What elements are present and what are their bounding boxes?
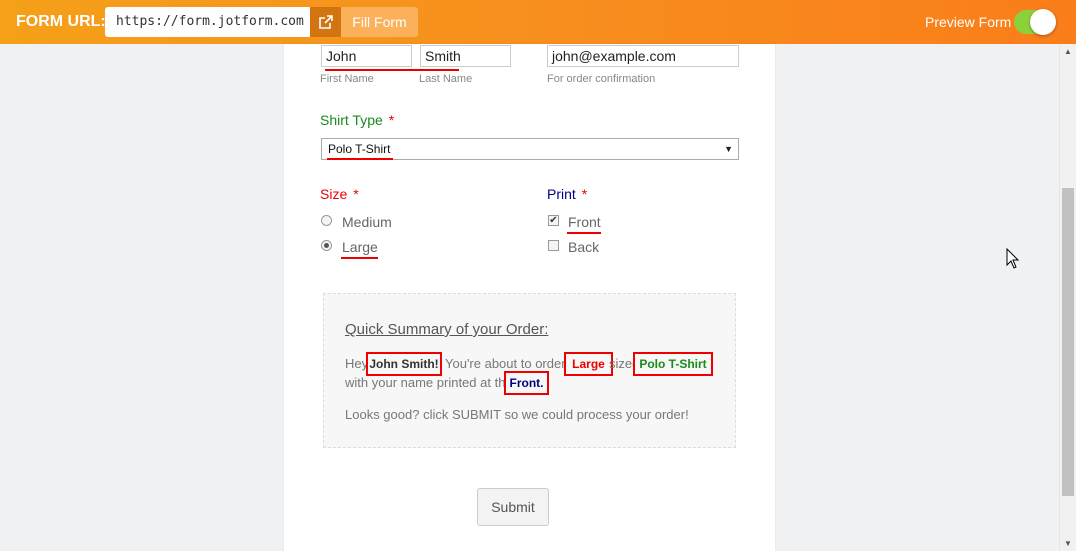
print-underline bbox=[567, 232, 601, 234]
required-mark: * bbox=[353, 186, 359, 202]
scroll-up-icon[interactable]: ▲ bbox=[1064, 47, 1072, 56]
summary-confirm-text: Looks good? click SUBMIT so we could pro… bbox=[345, 407, 689, 422]
preview-toggle[interactable] bbox=[1014, 9, 1056, 35]
shirt-type-label: Shirt Type * bbox=[320, 112, 394, 128]
shirt-type-select[interactable]: Polo T-Shirt ▼ bbox=[321, 138, 739, 160]
summary-print-highlight: Front. bbox=[504, 371, 549, 395]
email-sublabel: For order confirmation bbox=[547, 73, 656, 85]
submit-button[interactable]: Submit bbox=[477, 488, 549, 526]
size-label-text: Size bbox=[320, 186, 348, 202]
print-option-back[interactable]: Back bbox=[568, 239, 599, 255]
order-summary-box: Quick Summary of your Order: Hey John Sm… bbox=[323, 293, 736, 448]
print-checkbox-back[interactable] bbox=[548, 240, 559, 251]
summary-title: Quick Summary of your Order: bbox=[345, 321, 549, 338]
print-option-front[interactable]: Front bbox=[568, 214, 601, 230]
form-card: John Smith john@example.com First Name L… bbox=[284, 44, 775, 551]
print-label-text: Print bbox=[547, 186, 576, 202]
last-name-input[interactable]: Smith bbox=[420, 45, 511, 67]
form-url-field[interactable]: https://form.jotform.com bbox=[105, 7, 310, 37]
print-label: Print * bbox=[547, 186, 587, 202]
summary-size-highlight: Large bbox=[564, 352, 613, 376]
chevron-down-icon: ▼ bbox=[724, 144, 733, 154]
print-checkbox-front[interactable]: ✔ bbox=[548, 215, 559, 226]
summary-hey: Hey bbox=[345, 356, 369, 371]
top-bar: FORM URL: https://form.jotform.com Fill … bbox=[0, 0, 1076, 44]
summary-printed-text: with your name printed at the bbox=[345, 375, 513, 390]
first-name-sublabel: First Name bbox=[320, 73, 374, 85]
required-mark: * bbox=[581, 186, 588, 202]
external-link-icon bbox=[318, 15, 333, 29]
first-name-input[interactable]: John bbox=[321, 45, 412, 67]
size-radio-medium[interactable] bbox=[321, 215, 332, 226]
scroll-down-icon[interactable]: ▼ bbox=[1064, 539, 1072, 548]
shirt-type-value: Polo T-Shirt bbox=[328, 142, 391, 156]
size-radio-large[interactable] bbox=[321, 240, 332, 251]
shirt-underline bbox=[327, 158, 393, 160]
open-url-button[interactable] bbox=[310, 7, 341, 37]
form-url-label: FORM URL: bbox=[16, 13, 106, 30]
summary-order-text: You're about to order a bbox=[445, 356, 577, 371]
size-option-medium[interactable]: Medium bbox=[342, 214, 392, 230]
page-scrollbar[interactable]: ▲ ▼ bbox=[1059, 44, 1076, 551]
scrollbar-thumb[interactable] bbox=[1062, 188, 1074, 496]
toggle-knob bbox=[1030, 9, 1056, 35]
last-name-sublabel: Last Name bbox=[419, 73, 473, 85]
size-label: Size * bbox=[320, 186, 359, 202]
size-underline bbox=[341, 257, 378, 259]
preview-form-label: Preview Form bbox=[925, 14, 1012, 30]
email-input[interactable]: john@example.com bbox=[547, 45, 739, 67]
size-option-large[interactable]: Large bbox=[342, 239, 378, 255]
summary-shirt-highlight: Polo T-Shirt bbox=[633, 352, 713, 376]
shirt-type-label-text: Shirt Type bbox=[320, 112, 383, 128]
name-underline bbox=[325, 69, 459, 71]
fill-form-button[interactable]: Fill Form bbox=[341, 7, 418, 37]
summary-name-highlight: John Smith! bbox=[366, 352, 442, 376]
required-mark: * bbox=[388, 112, 395, 128]
mouse-cursor-icon bbox=[1006, 248, 1020, 269]
